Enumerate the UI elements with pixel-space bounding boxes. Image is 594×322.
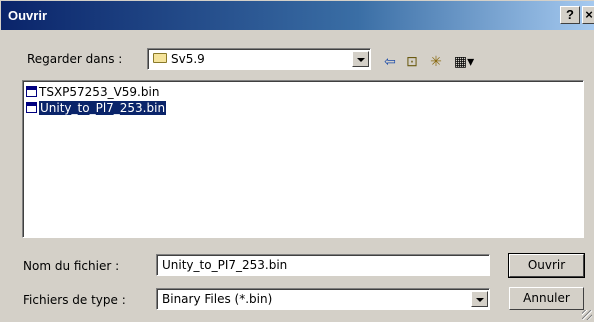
lookin-combo[interactable]: Sv5.9 (147, 48, 371, 70)
title-bar[interactable]: Ouvrir ? × (1, 1, 594, 30)
open-button[interactable]: Ouvrir (508, 253, 585, 278)
file-list[interactable]: TSXP57253_V59.bin Unity_to_Pl7_253.bin (22, 80, 584, 238)
file-name: Unity_to_Pl7_253.bin (37, 100, 168, 116)
file-name: TSXP57253_V59.bin (39, 85, 160, 99)
view-menu-icon[interactable]: ▦▾ (451, 53, 477, 69)
lookin-label: Regarder dans : (27, 52, 123, 66)
window-title: Ouvrir (8, 8, 48, 23)
lookin-value: Sv5.9 (171, 52, 205, 66)
help-button[interactable]: ? (560, 6, 580, 24)
filetype-dropdown-button[interactable] (471, 291, 488, 307)
lookin-dropdown-button[interactable] (352, 51, 369, 67)
filename-label: Nom du fichier : (23, 259, 120, 273)
file-icon (26, 86, 37, 97)
filename-value: Unity_to_PI7_253.bin (162, 258, 288, 272)
filename-field[interactable]: Unity_to_PI7_253.bin (156, 254, 490, 276)
folder-icon (153, 53, 167, 63)
filetype-label: Fichiers de type : (23, 293, 126, 307)
open-dialog: Ouvrir ? × Regarder dans : Sv5.9 ⇦ ⊡ ✳ ▦… (0, 0, 594, 322)
close-button[interactable]: × (582, 6, 594, 24)
new-folder-icon[interactable]: ✳ (427, 53, 445, 69)
list-item[interactable]: TSXP57253_V59.bin (26, 85, 159, 101)
up-folder-icon[interactable]: ⊡ (403, 53, 421, 69)
cancel-button[interactable]: Annuler (509, 287, 584, 310)
list-item[interactable]: Unity_to_Pl7_253.bin (26, 100, 168, 117)
back-icon[interactable]: ⇦ (381, 53, 399, 69)
file-icon (26, 102, 37, 113)
resize-grip[interactable] (582, 310, 592, 320)
filetype-value: Binary Files (*.bin) (162, 292, 273, 306)
filetype-combo[interactable]: Binary Files (*.bin) (156, 288, 490, 310)
